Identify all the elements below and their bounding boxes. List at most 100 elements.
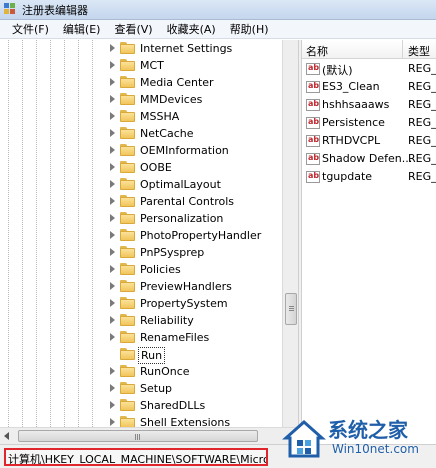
tree-item[interactable]: Internet Settings [0, 40, 282, 57]
expand-arrow-icon[interactable] [110, 197, 115, 205]
value-row[interactable]: abRTHDVCPL REG_S [302, 132, 436, 150]
tree-item[interactable]: Shell Extensions [0, 414, 282, 427]
value-type: REG_S [408, 152, 436, 165]
expand-arrow-icon[interactable] [110, 401, 115, 409]
menu-bar: 文件(F) 编辑(E) 查看(V) 收藏夹(A) 帮助(H) [0, 20, 436, 39]
tree-item[interactable]: Personalization [0, 210, 282, 227]
expand-arrow-icon[interactable] [110, 129, 115, 137]
column-separator[interactable] [402, 40, 403, 59]
folder-icon [120, 195, 135, 207]
tree-item-label: PnPSysprep [140, 246, 205, 259]
expand-arrow-icon[interactable] [110, 265, 115, 273]
tree-item[interactable]: RenameFiles [0, 329, 282, 346]
tree-scroll-thumb[interactable] [285, 293, 297, 325]
values-list-header: 名称 类型 [302, 40, 436, 59]
expand-arrow-icon[interactable] [110, 180, 115, 188]
expand-arrow-icon[interactable] [110, 61, 115, 69]
tree-item-label: Run [138, 347, 166, 364]
value-row[interactable]: abES3_Clean REG_S [302, 78, 436, 96]
tree-item[interactable]: PnPSysprep [0, 244, 282, 261]
expand-arrow-icon[interactable] [110, 333, 115, 341]
menu-file[interactable]: 文件(F) [6, 21, 57, 37]
tree-item[interactable]: PhotoPropertyHandler [0, 227, 282, 244]
value-type: REG_S [408, 116, 436, 129]
tree-item[interactable]: OEMInformation [0, 142, 282, 159]
expand-arrow-icon[interactable] [110, 248, 115, 256]
tree-horizontal-scrollbar[interactable] [0, 427, 298, 444]
string-value-icon: ab [306, 63, 320, 75]
tree-item[interactable]: Run [0, 346, 282, 364]
expand-arrow-icon[interactable] [110, 384, 115, 392]
expand-arrow-icon[interactable] [110, 282, 115, 290]
watermark-title: 系统之家 [328, 418, 408, 442]
menu-view[interactable]: 查看(V) [108, 21, 160, 37]
tree-vertical-scrollbar[interactable] [282, 40, 298, 427]
menu-favorites[interactable]: 收藏夹(A) [161, 21, 224, 37]
folder-icon [120, 161, 135, 173]
values-list[interactable]: 名称 类型 ab(默认)REG_SabES3_CleanREG_Sabhshhs… [302, 40, 436, 444]
value-name: ES3_Clean [322, 80, 380, 93]
value-row[interactable]: abhshhsaaaws REG_S [302, 96, 436, 114]
column-header-type[interactable]: 类型 [408, 43, 430, 59]
folder-icon [120, 297, 135, 309]
expand-arrow-icon[interactable] [110, 418, 115, 426]
folder-icon [120, 178, 135, 190]
folder-icon [120, 365, 135, 377]
expand-arrow-icon[interactable] [110, 299, 115, 307]
value-type: REG_S [408, 62, 436, 75]
expand-arrow-icon[interactable] [110, 146, 115, 154]
expand-arrow-icon[interactable] [110, 231, 115, 239]
value-row[interactable]: abtgupdate REG_S [302, 168, 436, 186]
value-type: REG_S [408, 134, 436, 147]
tree-item[interactable]: Reliability [0, 312, 282, 329]
tree-item-label: NetCache [140, 127, 194, 140]
registry-editor-icon [4, 2, 18, 17]
value-row[interactable]: ab(默认) REG_S [302, 60, 436, 78]
tree-item-label: Internet Settings [140, 42, 233, 55]
expand-arrow-icon[interactable] [110, 214, 115, 222]
string-value-icon: ab [306, 99, 320, 111]
string-value-icon: ab [306, 171, 320, 183]
menu-help[interactable]: 帮助(H) [224, 21, 277, 37]
value-name: hshhsaaaws [322, 98, 390, 111]
expand-arrow-icon[interactable] [110, 367, 115, 375]
window-title: 注册表编辑器 [22, 3, 88, 17]
tree-item[interactable]: PropertySystem [0, 295, 282, 312]
tree-item[interactable]: MCT [0, 57, 282, 74]
tree-item[interactable]: PreviewHandlers [0, 278, 282, 295]
folder-icon [120, 314, 135, 326]
expand-arrow-icon[interactable] [110, 78, 115, 86]
tree-item[interactable]: Policies [0, 261, 282, 278]
expand-arrow-icon[interactable] [110, 163, 115, 171]
tree-item[interactable]: SharedDLLs [0, 397, 282, 414]
tree-item[interactable]: Setup [0, 380, 282, 397]
tree-item[interactable]: Parental Controls [0, 193, 282, 210]
tree-item[interactable]: NetCache [0, 125, 282, 142]
value-name: (默认) [322, 64, 353, 77]
tree-item-label: Parental Controls [140, 195, 234, 208]
menu-edit[interactable]: 编辑(E) [57, 21, 109, 37]
expand-arrow-icon[interactable] [110, 95, 115, 103]
value-row[interactable]: abPersistence REG_S [302, 114, 436, 132]
tree-item[interactable]: MMDevices [0, 91, 282, 108]
tree-item[interactable]: RunOnce [0, 363, 282, 380]
tree-item-label: MCT [140, 59, 164, 72]
tree-item-label: Reliability [140, 314, 194, 327]
tree-item-label: RenameFiles [140, 331, 210, 344]
registry-key-tree[interactable]: Internet Settings MCT Media Center MMDevice… [0, 40, 282, 427]
column-header-name[interactable]: 名称 [306, 43, 328, 59]
expand-arrow-icon[interactable] [110, 44, 115, 52]
tree-item[interactable]: MSSHA [0, 108, 282, 125]
tree-item[interactable]: OOBE [0, 159, 282, 176]
value-name: tgupdate [322, 170, 373, 183]
folder-icon [120, 212, 135, 224]
tree-item-label: RunOnce [140, 365, 190, 378]
tree-item[interactable]: Media Center [0, 74, 282, 91]
value-type: REG_S [408, 80, 436, 93]
tree-item[interactable]: OptimalLayout [0, 176, 282, 193]
expand-arrow-icon[interactable] [110, 316, 115, 324]
value-row[interactable]: abShadow Defen...REG_S [302, 150, 436, 168]
scroll-left-arrow-icon[interactable] [4, 432, 9, 440]
tree-hscroll-thumb[interactable] [18, 430, 258, 442]
expand-arrow-icon[interactable] [110, 112, 115, 120]
